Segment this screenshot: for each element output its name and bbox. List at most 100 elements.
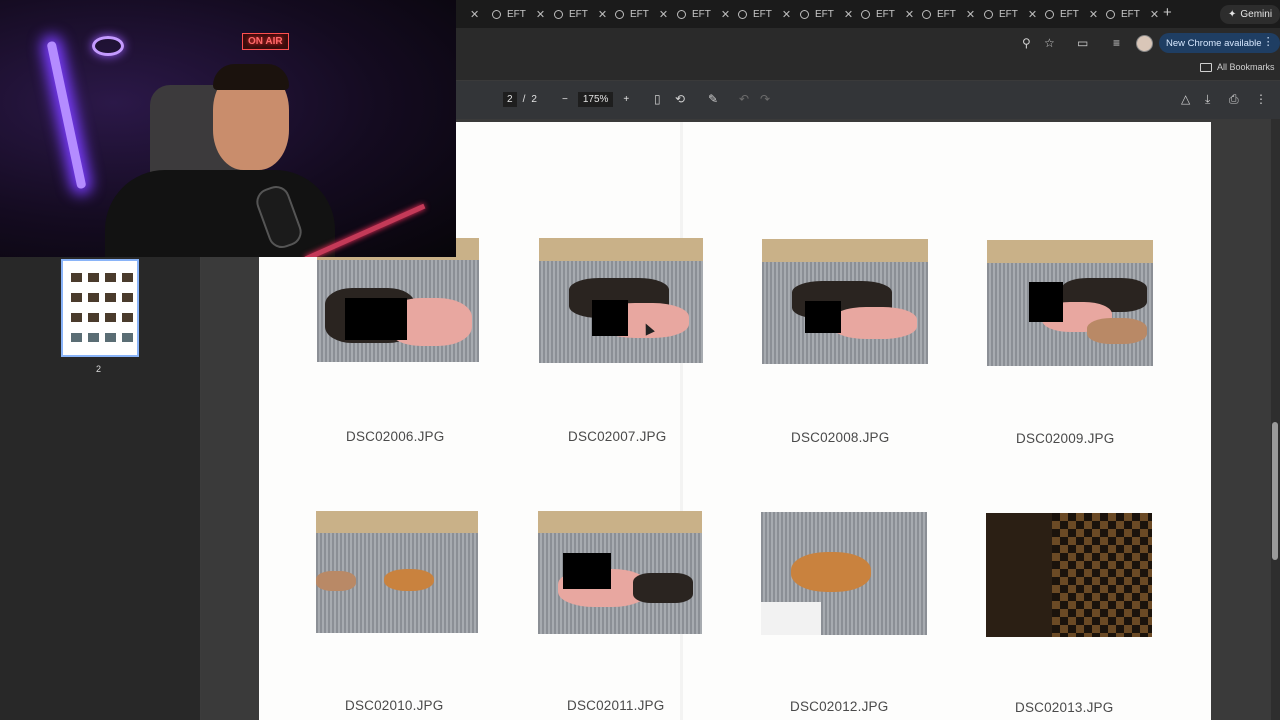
tab-label: EFT — [876, 8, 895, 20]
tab-label: EFT — [753, 8, 772, 20]
page-indicator: 2 / 2 — [503, 92, 537, 107]
thumbnail-photo — [105, 333, 116, 342]
tab[interactable]: EFT ✕ — [861, 4, 914, 24]
thumbnail-photo — [71, 313, 82, 322]
close-icon[interactable]: ✕ — [536, 8, 545, 21]
thumbnail-photo — [122, 273, 133, 282]
page-separator: / — [522, 94, 526, 105]
photo-figure — [832, 307, 917, 339]
photo-cat — [791, 552, 871, 592]
photo-dsc02012 — [761, 512, 927, 635]
image-caption: DSC02006.JPG — [346, 429, 445, 444]
gemini-button[interactable]: ✦ Gemini — [1220, 5, 1280, 24]
streamer-hair — [213, 64, 289, 90]
thumbnail-photo — [105, 273, 116, 282]
scrollbar-thumb[interactable] — [1272, 422, 1278, 560]
image-caption: DSC02012.JPG — [790, 699, 889, 714]
close-icon[interactable]: ✕ — [782, 8, 791, 21]
thumbnail-photo — [88, 293, 99, 302]
photo-dsc02007 — [539, 238, 703, 363]
photo-dsc02009 — [987, 240, 1153, 366]
neon-light — [46, 40, 87, 190]
tab[interactable]: EFT ✕ — [554, 4, 607, 24]
globe-icon — [861, 9, 870, 19]
page-thumbnail[interactable] — [61, 259, 139, 357]
tab-label: EFT — [630, 8, 649, 20]
profile-avatar[interactable] — [1136, 35, 1153, 52]
close-icon[interactable]: ✕ — [1150, 8, 1159, 21]
tab-label: EFT — [1060, 8, 1079, 20]
cast-icon[interactable]: ▭ — [1077, 36, 1088, 50]
close-icon[interactable]: ✕ — [844, 8, 853, 21]
close-icon[interactable]: ✕ — [598, 8, 607, 21]
censor-block — [1029, 282, 1063, 322]
scrollbar-track[interactable] — [1271, 119, 1280, 720]
thumbnail-photo — [122, 293, 133, 302]
photo-dsc02008 — [762, 239, 928, 364]
zoom-in-icon[interactable]: + — [623, 94, 629, 105]
thumbnail-photo — [122, 333, 133, 342]
image-caption: DSC02008.JPG — [791, 430, 890, 445]
thumbnail-photo — [88, 333, 99, 342]
more-vert-icon[interactable]: ⋮ — [1255, 92, 1267, 106]
tab[interactable]: EFT ✕ — [1106, 4, 1159, 24]
tab[interactable]: EFT ✕ — [922, 4, 975, 24]
more-vert-icon[interactable]: ⋮ — [1263, 35, 1274, 48]
tab-label: EFT — [692, 8, 711, 20]
all-bookmarks-label: All Bookmarks — [1217, 62, 1275, 72]
tab-label: EFT — [999, 8, 1018, 20]
thumbnail-photo — [105, 293, 116, 302]
tab[interactable]: EFT ✕ — [677, 4, 730, 24]
globe-icon — [1045, 9, 1054, 19]
tab-active-close[interactable]: ✕ — [460, 4, 479, 24]
all-bookmarks-button[interactable]: All Bookmarks — [1200, 62, 1275, 72]
bookmark-star-icon[interactable]: ☆ — [1044, 36, 1055, 50]
globe-icon — [800, 9, 809, 19]
rotate-icon[interactable]: ⟲ — [675, 92, 685, 106]
tab-label: EFT — [507, 8, 526, 20]
photo-dsc02010 — [316, 511, 478, 633]
censor-block — [805, 301, 841, 333]
photo-figure — [316, 571, 356, 591]
print-icon[interactable]: ⎙ — [1229, 92, 1239, 107]
censor-block — [563, 553, 611, 589]
undo-icon[interactable]: ↶ — [739, 92, 749, 106]
thumbnail-photo — [71, 273, 82, 282]
close-icon[interactable]: ✕ — [1028, 8, 1037, 21]
close-icon[interactable]: ✕ — [966, 8, 975, 21]
thumbnail-photo — [71, 333, 82, 342]
image-caption: DSC02007.JPG — [568, 429, 667, 444]
download-icon[interactable]: ⤓ — [1205, 92, 1210, 107]
zoom-magnifier-icon[interactable]: ⚲ — [1022, 36, 1031, 50]
fit-page-icon[interactable]: ▯ — [654, 92, 661, 106]
tab[interactable]: EFT ✕ — [615, 4, 668, 24]
close-icon[interactable]: ✕ — [905, 8, 914, 21]
tab[interactable]: EFT ✕ — [738, 4, 791, 24]
tab-label: EFT — [1121, 8, 1140, 20]
zoom-level-input[interactable]: 175% — [577, 92, 614, 107]
photo-blanket — [761, 602, 821, 635]
thumbnail-photo — [71, 293, 82, 302]
thumbnail-photo — [88, 273, 99, 282]
image-caption: DSC02013.JPG — [1015, 700, 1114, 715]
gemini-label: Gemini — [1240, 9, 1273, 20]
new-chrome-available-button[interactable]: New Chrome available ⋮ — [1159, 33, 1280, 53]
photo-dsc02011 — [538, 511, 702, 634]
thumbnail-page-number: 2 — [96, 364, 102, 374]
media-controls-icon[interactable]: ≡ — [1113, 36, 1120, 50]
drive-save-icon[interactable]: △ — [1181, 92, 1190, 106]
close-icon[interactable]: ✕ — [1089, 8, 1098, 21]
tab[interactable]: EFT ✕ — [800, 4, 853, 24]
tab[interactable]: EFT ✕ — [1045, 4, 1098, 24]
annotate-pen-icon[interactable]: ✎ — [708, 92, 718, 106]
tab[interactable]: EFT ✕ — [492, 4, 545, 24]
redo-icon[interactable]: ↷ — [760, 92, 770, 106]
close-icon[interactable]: ✕ — [470, 8, 479, 21]
close-icon[interactable]: ✕ — [659, 8, 668, 21]
current-page-input[interactable]: 2 — [503, 92, 517, 107]
sparkle-icon: ✦ — [1228, 9, 1237, 20]
new-tab-plus-icon[interactable]: + — [1163, 4, 1172, 21]
close-icon[interactable]: ✕ — [721, 8, 730, 21]
zoom-out-icon[interactable]: − — [562, 94, 568, 105]
tab[interactable]: EFT ✕ — [984, 4, 1037, 24]
